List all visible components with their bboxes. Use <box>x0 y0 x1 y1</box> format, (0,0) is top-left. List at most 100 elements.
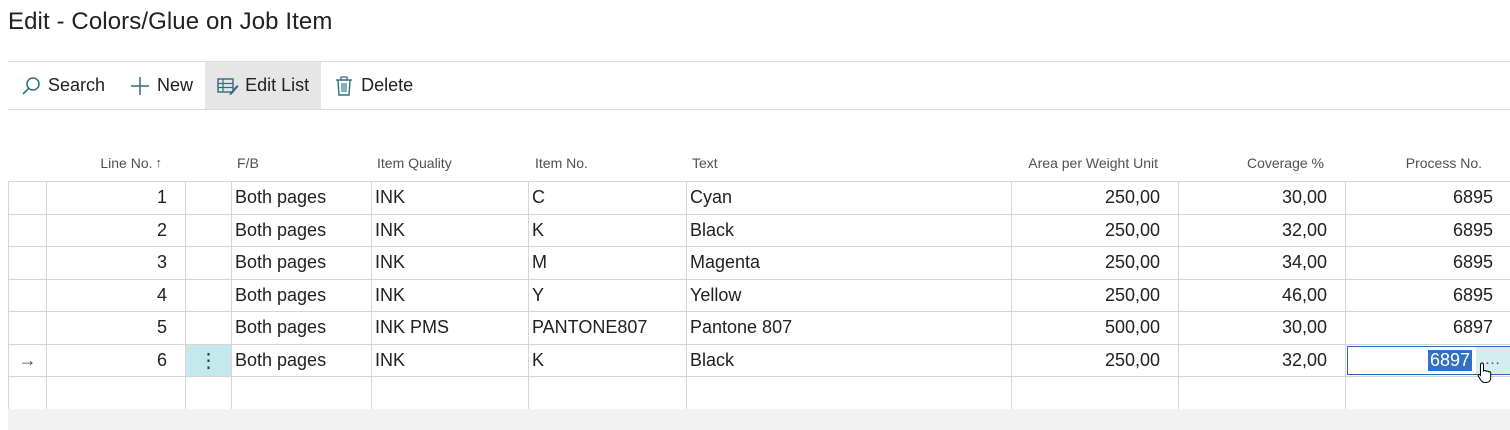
row-actions-menu-button[interactable]: ⋮ <box>186 344 232 376</box>
item-no-cell[interactable]: Y <box>529 279 687 311</box>
edit-list-button[interactable]: Edit List <box>205 62 322 109</box>
row-menu-cell[interactable] <box>186 312 232 344</box>
table-row[interactable]: 3 Both pages INK M Magenta 250,00 34,00 … <box>9 247 1510 280</box>
item-no-cell[interactable] <box>529 377 687 409</box>
process-no-cell[interactable]: 6895 <box>1346 215 1510 247</box>
column-header-coverage[interactable]: Coverage % <box>1177 144 1324 181</box>
row-indicator[interactable] <box>9 279 47 311</box>
process-no-cell[interactable]: 6895 <box>1346 247 1510 279</box>
row-indicator[interactable] <box>9 247 47 279</box>
process-no-cell[interactable]: 6897 <box>1346 312 1510 344</box>
text-cell[interactable]: Black <box>687 344 1012 376</box>
column-header-item-no[interactable]: Item No. <box>535 144 675 181</box>
coverage-cell[interactable]: 46,00 <box>1179 279 1346 311</box>
line-no-cell[interactable]: 1 <box>47 182 186 214</box>
fb-cell[interactable]: Both pages <box>232 182 372 214</box>
item-quality-cell[interactable]: INK <box>372 279 529 311</box>
table-row[interactable]: 2 Both pages INK K Black 250,00 32,00 68… <box>9 214 1510 247</box>
item-quality-cell[interactable]: INK <box>372 344 529 376</box>
edit-list-icon <box>217 75 239 97</box>
search-button[interactable]: Search <box>8 62 117 109</box>
fb-cell[interactable] <box>232 377 372 409</box>
row-indicator[interactable] <box>9 377 47 409</box>
table-row[interactable]: 4 Both pages INK Y Yellow 250,00 46,00 6… <box>9 279 1510 312</box>
item-no-cell[interactable]: M <box>529 247 687 279</box>
delete-button-label: Delete <box>361 75 414 95</box>
grid-footer <box>8 409 1510 430</box>
plus-icon <box>129 75 151 97</box>
process-no-cell[interactable]: 6895 <box>1346 182 1510 214</box>
item-no-cell[interactable]: PANTONE807 <box>529 312 687 344</box>
row-menu-cell[interactable] <box>186 247 232 279</box>
process-no-cell[interactable]: 6895 <box>1346 280 1510 312</box>
trash-icon <box>333 75 355 97</box>
item-no-cell[interactable]: K <box>529 214 687 246</box>
row-indicator[interactable] <box>9 214 47 246</box>
fb-cell[interactable]: Both pages <box>232 279 372 311</box>
row-indicator[interactable] <box>9 312 47 344</box>
area-cell[interactable]: 250,00 <box>1012 247 1179 279</box>
item-quality-cell[interactable] <box>372 377 529 409</box>
fb-cell[interactable]: Both pages <box>232 214 372 246</box>
fb-cell[interactable]: Both pages <box>232 312 372 344</box>
line-no-cell[interactable]: 2 <box>47 214 186 246</box>
item-quality-cell[interactable]: INK <box>372 182 529 214</box>
new-button[interactable]: New <box>117 62 205 109</box>
area-cell[interactable]: 250,00 <box>1012 182 1179 214</box>
grid-rows: 1 Both pages INK C Cyan 250,00 30,00 689… <box>8 181 1510 410</box>
item-no-cell[interactable]: K <box>529 344 687 376</box>
table-row[interactable]: 5 Both pages INK PMS PANTONE807 Pantone … <box>9 312 1510 345</box>
table-row-empty[interactable] <box>9 377 1510 410</box>
area-cell[interactable]: 250,00 <box>1012 279 1179 311</box>
area-cell[interactable]: 250,00 <box>1012 344 1179 376</box>
text-cell[interactable]: Black <box>687 214 1012 246</box>
text-cell[interactable]: Magenta <box>687 247 1012 279</box>
column-header-line-no[interactable]: Line No. ↑ <box>46 144 162 181</box>
column-header-area-per-weight-unit[interactable]: Area per Weight Unit <box>1010 144 1158 181</box>
row-menu-cell[interactable] <box>186 182 232 214</box>
process-no-selected-text: 6897 <box>1427 349 1472 371</box>
coverage-cell[interactable]: 34,00 <box>1179 247 1346 279</box>
item-no-cell[interactable]: C <box>529 182 687 214</box>
area-cell[interactable]: 500,00 <box>1012 312 1179 344</box>
item-quality-cell[interactable]: INK PMS <box>372 312 529 344</box>
grid-header: Line No. ↑ F/B Item Quality Item No. Tex… <box>8 144 1510 181</box>
edit-list-button-label: Edit List <box>245 75 310 95</box>
line-no-cell[interactable]: 3 <box>47 247 186 279</box>
area-cell[interactable] <box>1012 377 1179 409</box>
text-cell[interactable] <box>687 377 1012 409</box>
coverage-cell[interactable]: 32,00 <box>1179 344 1346 376</box>
hand-cursor-icon <box>1477 362 1493 389</box>
column-header-fb[interactable]: F/B <box>237 144 357 181</box>
page-title: Edit - Colors/Glue on Job Item <box>8 8 333 35</box>
delete-button[interactable]: Delete <box>321 62 425 109</box>
column-header-line-no-label: Line No. <box>100 154 153 171</box>
row-menu-cell[interactable] <box>186 279 232 311</box>
line-no-cell[interactable]: 6 <box>47 344 186 376</box>
search-icon <box>20 75 42 97</box>
coverage-cell[interactable] <box>1179 377 1346 409</box>
column-header-process-no[interactable]: Process No. <box>1344 144 1482 181</box>
line-no-cell[interactable]: 5 <box>47 312 186 344</box>
fb-cell[interactable]: Both pages <box>232 247 372 279</box>
coverage-cell[interactable]: 30,00 <box>1179 312 1346 344</box>
row-menu-cell[interactable] <box>186 214 232 246</box>
column-header-text[interactable]: Text <box>692 144 892 181</box>
table-row-current[interactable]: → 6 ⋮ Both pages INK K Black 250,00 32,0… <box>9 344 1510 377</box>
current-row-indicator: → <box>9 344 47 376</box>
line-no-cell[interactable]: 4 <box>47 279 186 311</box>
fb-cell[interactable]: Both pages <box>232 344 372 376</box>
line-no-cell[interactable] <box>47 377 186 409</box>
text-cell[interactable]: Cyan <box>687 182 1012 214</box>
item-quality-cell[interactable]: INK <box>372 214 529 246</box>
column-header-item-quality[interactable]: Item Quality <box>377 144 517 181</box>
coverage-cell[interactable]: 32,00 <box>1179 214 1346 246</box>
coverage-cell[interactable]: 30,00 <box>1179 182 1346 214</box>
table-row[interactable]: 1 Both pages INK C Cyan 250,00 30,00 689… <box>9 182 1510 215</box>
item-quality-cell[interactable]: INK <box>372 247 529 279</box>
text-cell[interactable]: Yellow <box>687 279 1012 311</box>
text-cell[interactable]: Pantone 807 <box>687 312 1012 344</box>
row-indicator[interactable] <box>9 182 47 214</box>
area-cell[interactable]: 250,00 <box>1012 214 1179 246</box>
row-menu-cell[interactable] <box>186 377 232 409</box>
